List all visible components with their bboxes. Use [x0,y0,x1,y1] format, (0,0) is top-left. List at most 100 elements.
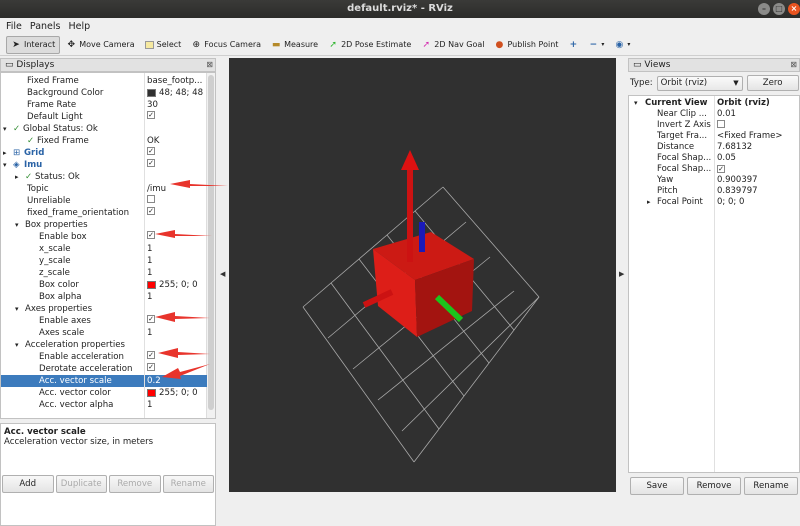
view-type-select[interactable]: Orbit (rviz) ▼ [656,75,743,91]
save-view-button[interactable]: Save [630,477,684,495]
close-icon[interactable]: × [788,3,800,15]
displays-tree[interactable]: Fixed Frame base_footp... Background Color… [0,72,216,419]
display-row[interactable]: Axes scale 1 [1,327,207,339]
display-row-value[interactable]: 1 [147,399,152,411]
display-row-value[interactable]: /imu [147,183,166,195]
display-row-value[interactable]: 1 [147,267,152,279]
display-row-value[interactable]: 255; 0; 0 [147,279,198,291]
display-row-value[interactable]: 1 [147,255,152,267]
scrollbar-thumb[interactable] [208,75,214,410]
minimize-icon[interactable]: – [758,3,770,15]
display-row[interactable]: Fixed Frame base_footp... [1,75,207,87]
view-property-value[interactable]: 0.900397 [717,175,758,186]
display-row[interactable]: Acc. vector color 255; 0; 0 [1,387,207,399]
tool-interact[interactable]: ➤ Interact [6,35,61,54]
display-row[interactable]: Default Light ✓ [1,111,207,123]
display-row[interactable]: ▾ Axes properties [1,303,207,315]
color-swatch[interactable] [147,281,156,289]
color-swatch[interactable] [147,89,156,97]
tool-focus-camera[interactable]: ⊕ Focus Camera [187,36,265,54]
display-row[interactable]: z_scale 1 [1,267,207,279]
chevron-right-icon[interactable]: ▸ [3,147,7,159]
tool-2d-nav-goal[interactable]: ➚ 2D Nav Goal [417,36,488,54]
display-row[interactable]: ▸ ✓ Status: Ok [1,171,207,183]
remove-view-button[interactable]: Remove [687,477,741,495]
tool-move-camera[interactable]: ✥ Move Camera [62,36,138,54]
views-tree[interactable]: ▾ Current View Orbit (rviz) Near Clip ... 0.… [628,95,800,473]
display-row-value[interactable]: ✓ [147,159,155,167]
checkbox[interactable]: ✓ [717,165,725,173]
display-row[interactable]: ▾ ✓ Global Status: Ok [1,123,207,135]
display-row-value[interactable]: 1 [147,291,152,303]
add-tool-button[interactable]: + [564,36,582,54]
display-row-value[interactable]: 1 [147,327,152,339]
menu-file[interactable]: File [6,21,22,32]
display-row-value[interactable]: 48; 48; 48 [147,87,203,99]
checkbox[interactable]: ✓ [147,315,155,323]
display-row[interactable]: Derotate acceleration ✓ [1,363,207,375]
checkbox[interactable]: ✓ [147,207,155,215]
duplicate-button[interactable]: Duplicate [55,475,107,493]
display-row[interactable]: ▾ Acceleration properties [1,339,207,351]
display-row-value[interactable]: ✓ [147,111,155,119]
display-row[interactable]: Box color 255; 0; 0 [1,279,207,291]
remove-button[interactable]: Remove [109,475,161,493]
scrollbar[interactable] [206,73,215,418]
checkbox[interactable]: ✓ [147,363,155,371]
display-row[interactable]: y_scale 1 [1,255,207,267]
chevron-down-icon[interactable]: ▾ [15,339,19,351]
right-splitter[interactable]: ▶ [616,58,628,498]
display-row-value[interactable]: ✓ [147,207,155,215]
tool-publish-point[interactable]: ● Publish Point [490,36,562,54]
display-row[interactable]: Background Color 48; 48; 48 [1,87,207,99]
view-property-value[interactable]: Orbit (rviz) [717,98,770,109]
display-row-value[interactable]: ✓ [147,315,155,323]
display-row[interactable]: Frame Rate 30 [1,99,207,111]
display-row[interactable]: fixed_frame_orientation ✓ [1,207,207,219]
remove-tool-button[interactable]: − ▾ [584,36,608,54]
tool-measure[interactable]: ▬ Measure [267,36,322,54]
checkbox[interactable]: ✓ [147,147,155,155]
view-property-value[interactable]: 0.05 [717,153,736,164]
display-row[interactable]: Acc. vector scale 0.2 [1,375,207,387]
view-property-value[interactable]: ✓ [717,164,725,175]
chevron-down-icon[interactable]: ▾ [15,303,19,315]
checkbox[interactable]: ✓ [147,159,155,167]
display-row[interactable]: ▸ ⊞ Grid ✓ [1,147,207,159]
display-row[interactable]: Unreliable [1,195,207,207]
display-row[interactable]: Enable axes ✓ [1,315,207,327]
add-button[interactable]: Add [2,475,54,493]
display-row-value[interactable]: 1 [147,243,152,255]
color-swatch[interactable] [147,389,156,397]
zero-button[interactable]: Zero [746,75,799,91]
display-row[interactable]: Box alpha 1 [1,291,207,303]
view-property-value[interactable]: 0.01 [717,109,736,120]
checkbox[interactable]: ✓ [147,111,155,119]
display-row-value[interactable]: base_footp... [147,75,202,87]
view-property-value[interactable]: 7.68132 [717,142,752,153]
display-row[interactable]: ✓ Fixed Frame OK [1,135,207,147]
display-row-value[interactable]: 255; 0; 0 [147,387,198,399]
display-row[interactable]: Enable box ✓ [1,231,207,243]
chevron-down-icon[interactable]: ▾ [634,98,638,109]
rename-button[interactable]: Rename [162,475,214,493]
display-row-value[interactable]: ✓ [147,147,155,155]
left-splitter[interactable]: ◀ [217,58,229,498]
display-row[interactable]: ▾ ◈ Imu ✓ [1,159,207,171]
checkbox[interactable]: ✓ [147,351,155,359]
3d-viewport[interactable] [229,58,616,492]
tool-2d-pose-estimate[interactable]: ➚ 2D Pose Estimate [324,36,415,54]
display-row-value[interactable]: ✓ [147,351,155,359]
display-row-value[interactable]: 0.2 [147,375,161,387]
checkbox[interactable]: ✓ [147,231,155,239]
checkbox[interactable] [717,120,725,128]
tool-select[interactable]: Select [141,36,186,54]
view-property-value[interactable]: 0.839797 [717,186,758,197]
menu-help[interactable]: Help [68,21,90,32]
display-row[interactable]: Enable acceleration ✓ [1,351,207,363]
display-row[interactable]: Topic/imu [1,183,207,195]
chevron-down-icon[interactable]: ▾ [15,219,19,231]
display-row-value[interactable]: ✓ [147,231,155,239]
display-row-value[interactable]: 30 [147,99,158,111]
display-row-value[interactable]: ✓ [147,363,155,371]
